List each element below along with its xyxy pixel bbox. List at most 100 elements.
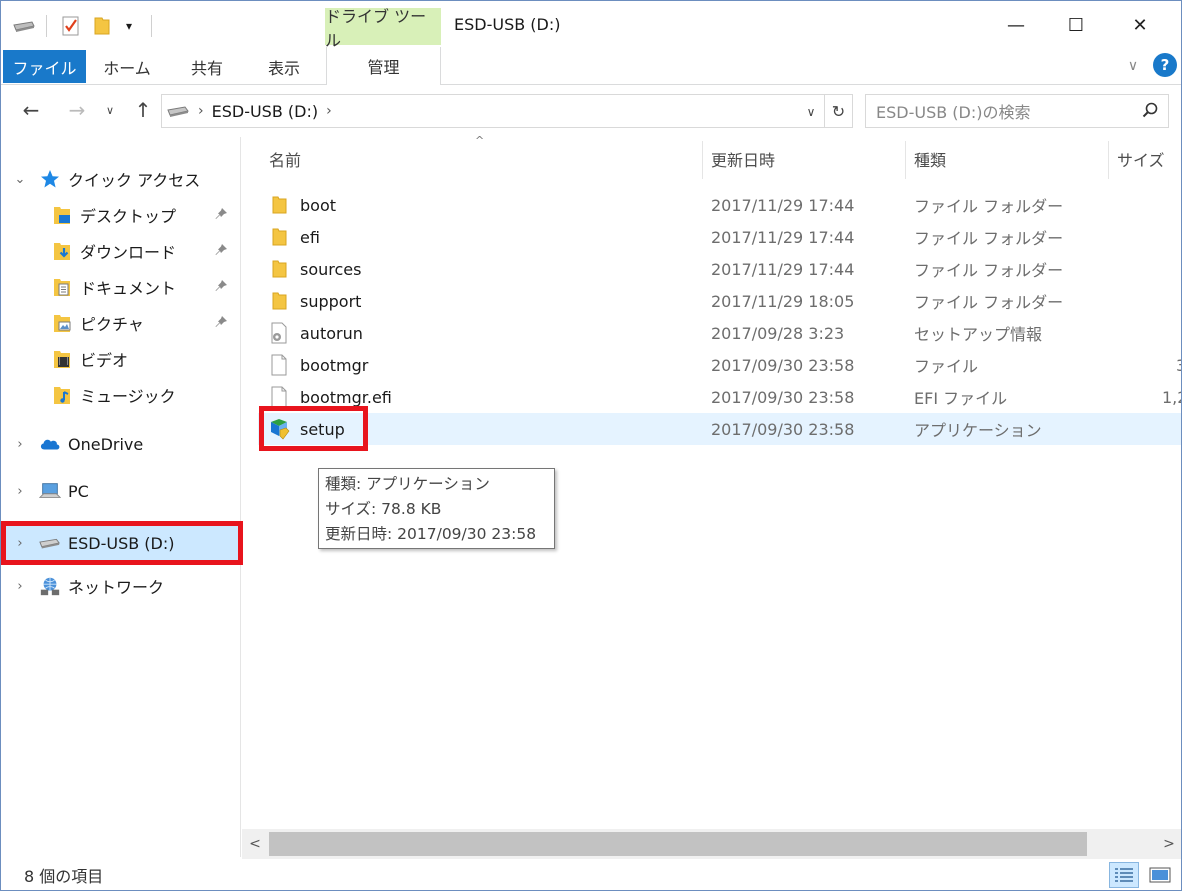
- nav-quick-access[interactable]: ⌄ クイック アクセス: [1, 162, 239, 196]
- file-name: boot: [300, 195, 337, 215]
- ribbon-tabs: ファイル ホーム 共有 表示 管理 ∨ ?: [1, 47, 1181, 85]
- recent-locations-button[interactable]: ∨: [101, 96, 119, 124]
- tooltip-modified: 更新日時: 2017/09/30 23:58: [325, 525, 537, 543]
- nav-documents[interactable]: ドキュメント: [1, 270, 239, 304]
- maximize-button[interactable]: ☐: [1047, 1, 1105, 49]
- column-divider[interactable]: [1108, 141, 1109, 179]
- file-size: 3: [1176, 356, 1181, 375]
- collapse-chevron-icon[interactable]: ⌄: [13, 172, 27, 187]
- videos-folder-icon: [51, 348, 73, 370]
- nav-onedrive[interactable]: › OneDrive: [1, 427, 239, 461]
- folder-icon: [268, 225, 290, 249]
- nav-label: クイック アクセス: [68, 171, 201, 190]
- column-divider[interactable]: [905, 141, 906, 179]
- file-date: 2017/09/28 3:23: [711, 323, 845, 343]
- help-icon[interactable]: ?: [1153, 53, 1177, 77]
- file-date: 2017/09/30 23:58: [711, 419, 855, 439]
- new-folder-icon[interactable]: [91, 13, 113, 39]
- breadcrumb-esd-usb[interactable]: ESD-USB (D:): [212, 102, 318, 121]
- nav-desktop[interactable]: デスクトップ: [1, 198, 239, 232]
- desktop-folder-icon: [51, 204, 73, 226]
- tab-share[interactable]: 共有: [173, 50, 241, 83]
- drive-icon: [166, 101, 190, 121]
- address-bar[interactable]: › ESD-USB (D:) › ∨ ↻: [161, 94, 853, 128]
- file-type: ファイル フォルダー: [914, 261, 1064, 280]
- scroll-left-button[interactable]: <: [242, 829, 268, 859]
- address-row: ← → ∨ ↑ › ESD-USB (D:) › ∨ ↻ ESD-USB (D:…: [1, 86, 1181, 134]
- file-row-efi[interactable]: efi 2017/11/29 17:44 ファイル フォルダー: [258, 221, 1181, 253]
- properties-icon[interactable]: [59, 13, 83, 39]
- file-row-boot[interactable]: boot 2017/11/29 17:44 ファイル フォルダー: [258, 189, 1181, 221]
- divider: [151, 15, 152, 37]
- nav-network[interactable]: › ネットワーク: [1, 569, 239, 603]
- column-header-date[interactable]: 更新日時: [711, 137, 775, 181]
- horizontal-scrollbar[interactable]: < >: [242, 829, 1181, 859]
- column-divider[interactable]: [702, 141, 703, 179]
- file-date: 2017/11/29 17:44: [711, 227, 855, 247]
- file-row-autorun[interactable]: autorun 2017/09/28 3:23 セットアップ情報: [258, 317, 1181, 349]
- expand-chevron-icon[interactable]: ›: [13, 437, 27, 452]
- file-name: support: [300, 291, 362, 311]
- nav-label: ピクチャ: [80, 315, 144, 334]
- settings-file-icon: [268, 321, 290, 345]
- nav-music[interactable]: ミュージック: [1, 378, 239, 412]
- large-icons-view-icon[interactable]: [1145, 862, 1175, 888]
- up-button[interactable]: ↑: [129, 96, 157, 124]
- tab-home[interactable]: ホーム: [91, 50, 163, 83]
- pin-icon[interactable]: [215, 279, 228, 296]
- scroll-right-button[interactable]: >: [1156, 829, 1181, 859]
- nav-label: ネットワーク: [68, 578, 165, 597]
- tab-manage[interactable]: 管理: [326, 47, 441, 85]
- expand-chevron-icon[interactable]: ›: [13, 579, 27, 594]
- nav-pictures[interactable]: ピクチャ: [1, 306, 239, 340]
- search-icon[interactable]: [1142, 102, 1158, 122]
- breadcrumb-chevron-icon[interactable]: ›: [198, 103, 204, 119]
- address-dropdown-icon[interactable]: ∨: [800, 101, 822, 123]
- nav-downloads[interactable]: ダウンロード: [1, 234, 239, 268]
- expand-chevron-icon[interactable]: ›: [13, 484, 27, 499]
- file-icon: [268, 353, 290, 377]
- search-input[interactable]: ESD-USB (D:)の検索: [865, 94, 1169, 128]
- pin-icon[interactable]: [215, 315, 228, 332]
- column-header-type[interactable]: 種類: [914, 137, 946, 181]
- pc-icon: [39, 480, 61, 502]
- pin-icon[interactable]: [215, 243, 228, 260]
- onedrive-cloud-icon: [39, 433, 61, 455]
- folder-icon: [268, 289, 290, 313]
- customize-quick-access-icon[interactable]: ▾: [119, 13, 139, 39]
- file-date: 2017/11/29 17:44: [711, 259, 855, 279]
- file-row-support[interactable]: support 2017/11/29 18:05 ファイル フォルダー: [258, 285, 1181, 317]
- file-date: 2017/09/30 23:58: [711, 355, 855, 375]
- scrollbar-thumb[interactable]: [269, 832, 1087, 856]
- file-date: 2017/11/29 18:05: [711, 291, 855, 311]
- status-bar: 8 個の項目: [1, 859, 1181, 890]
- tab-file[interactable]: ファイル: [3, 50, 86, 83]
- breadcrumb-chevron-icon[interactable]: ›: [326, 103, 332, 119]
- forward-button[interactable]: →: [63, 96, 91, 124]
- tab-view[interactable]: 表示: [249, 50, 319, 83]
- highlight-frame: [259, 406, 368, 451]
- file-row-bootmgr[interactable]: bootmgr 2017/09/30 23:58 ファイル 3: [258, 349, 1181, 381]
- expand-ribbon-icon[interactable]: ∨: [1121, 55, 1145, 77]
- back-button[interactable]: ←: [17, 96, 45, 124]
- column-header-size[interactable]: サイズ: [1117, 137, 1165, 181]
- details-view-icon[interactable]: [1109, 862, 1139, 888]
- close-button[interactable]: ✕: [1111, 1, 1169, 49]
- file-row-sources[interactable]: sources 2017/11/29 17:44 ファイル フォルダー: [258, 253, 1181, 285]
- drive-tools-context-tab: ドライブ ツール: [325, 7, 441, 50]
- pin-icon[interactable]: [215, 207, 228, 224]
- sort-ascending-icon: ^: [475, 134, 485, 147]
- column-header-name[interactable]: 名前: [269, 137, 301, 181]
- nav-videos[interactable]: ビデオ: [1, 342, 239, 376]
- minimize-button[interactable]: —: [987, 1, 1045, 49]
- documents-folder-icon: [51, 276, 73, 298]
- nav-label: PC: [68, 481, 89, 501]
- file-row-setup[interactable]: setup 2017/09/30 23:58 アプリケーション: [258, 413, 1181, 445]
- nav-label: ミュージック: [80, 387, 176, 406]
- refresh-button[interactable]: ↻: [824, 95, 852, 127]
- title-bar: ▾ ドライブ ツール ESD-USB (D:) — ☐ ✕: [1, 1, 1181, 50]
- pictures-folder-icon: [51, 312, 73, 334]
- nav-pc[interactable]: › PC: [1, 474, 239, 508]
- file-row-bootmgr-efi[interactable]: bootmgr.efi 2017/09/30 23:58 EFI ファイル 1,…: [258, 381, 1181, 413]
- drive-icon[interactable]: [11, 13, 37, 39]
